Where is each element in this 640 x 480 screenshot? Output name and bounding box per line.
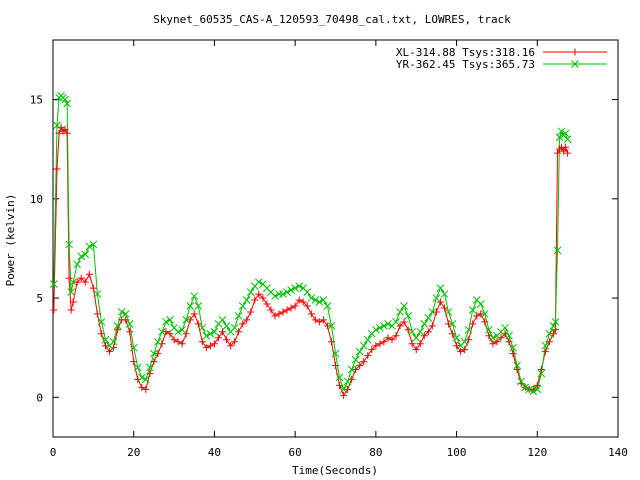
data-point	[50, 306, 58, 314]
data-point	[359, 341, 368, 350]
data-point	[412, 333, 421, 342]
data-point	[460, 337, 469, 346]
series-marks	[49, 91, 572, 399]
data-point	[485, 325, 493, 334]
x-tick-label: 80	[369, 446, 382, 459]
data-point	[420, 320, 429, 328]
data-point	[85, 270, 93, 278]
y-tick-label: 0	[36, 391, 43, 404]
data-point	[513, 366, 521, 374]
data-point	[89, 284, 97, 292]
data-point	[67, 306, 75, 314]
data-point	[234, 312, 243, 320]
data-point	[246, 288, 255, 296]
data-point	[412, 346, 420, 354]
data-point	[541, 348, 549, 356]
x-tick-label: 120	[527, 446, 547, 459]
data-point	[222, 321, 231, 330]
data-point	[186, 316, 194, 324]
data-point	[436, 284, 445, 292]
data-point	[109, 337, 118, 346]
data-point	[351, 355, 360, 364]
data-point	[424, 314, 433, 322]
x-tick-label: 40	[208, 446, 221, 459]
data-point	[340, 391, 348, 399]
data-point	[416, 327, 425, 336]
data-point	[223, 336, 231, 344]
data-point	[267, 306, 275, 314]
data-point	[214, 334, 222, 342]
chart-title: Skynet_60535_CAS-A_120593_70498_cal.txt,…	[153, 13, 511, 26]
data-point	[251, 296, 259, 304]
legend-marker-1	[571, 48, 579, 56]
data-point	[440, 290, 449, 298]
data-point	[53, 165, 61, 173]
series-line-2	[53, 94, 569, 392]
plot-area: 0 20 40 60 80 100 120 140 0 5 10 15	[30, 39, 628, 459]
x-tick-label: 20	[127, 446, 140, 459]
data-point	[150, 358, 158, 366]
data-point	[238, 302, 247, 310]
data-point	[73, 260, 82, 269]
data-point	[445, 320, 452, 328]
data-point	[303, 288, 312, 296]
data-point	[408, 340, 416, 348]
x-tick-label: 60	[289, 446, 302, 459]
data-point	[154, 350, 162, 358]
data-point	[408, 327, 417, 336]
legend: XL-314.88 Tsys:318.16YR-362.45 Tsys:365.…	[396, 46, 607, 71]
data-point	[307, 310, 315, 318]
data-point	[247, 308, 255, 316]
data-point	[476, 300, 485, 308]
data-point	[263, 300, 271, 308]
axes: 0 20 40 60 80 100 120 140 0 5 10 15	[30, 40, 628, 459]
data-point	[219, 328, 226, 336]
data-point	[323, 322, 331, 330]
x-tick-label: 100	[447, 446, 467, 459]
data-point	[190, 310, 198, 318]
x-tick-label: 0	[50, 446, 57, 459]
data-point	[190, 292, 199, 300]
data-point	[501, 323, 509, 332]
data-point	[363, 335, 372, 344]
data-point	[186, 302, 195, 310]
chart: Skynet_60535_CAS-A_120593_70498_cal.txt,…	[4, 13, 628, 477]
data-point	[198, 338, 206, 346]
data-point	[432, 294, 441, 302]
data-point	[428, 322, 436, 330]
data-point	[537, 366, 545, 374]
series-line-1	[53, 125, 569, 397]
y-axis-label: Power (kelvin)	[4, 194, 17, 287]
x-tick-label: 140	[608, 446, 628, 459]
data-point	[400, 302, 408, 310]
x-axis-label: Time(Seconds)	[292, 464, 378, 477]
data-point	[432, 308, 440, 316]
data-point	[416, 340, 424, 348]
data-point	[509, 350, 517, 358]
data-point	[364, 352, 372, 360]
data-point	[444, 308, 453, 316]
data-point	[505, 331, 513, 340]
data-point	[230, 323, 239, 332]
data-point	[404, 312, 412, 320]
legend-label-2: YR-362.45 Tsys:365.73	[396, 58, 535, 71]
data-point	[154, 337, 162, 346]
data-point	[242, 296, 251, 304]
y-tick-label: 5	[36, 292, 43, 305]
data-point	[114, 326, 122, 334]
data-point	[343, 377, 352, 386]
data-point	[218, 316, 227, 324]
y-tick-label: 15	[30, 94, 43, 107]
data-point	[563, 135, 572, 144]
data-point	[355, 347, 364, 356]
data-point	[126, 328, 134, 336]
data-point	[396, 308, 404, 316]
data-point	[392, 318, 400, 326]
y-tick-label: 10	[30, 193, 43, 206]
